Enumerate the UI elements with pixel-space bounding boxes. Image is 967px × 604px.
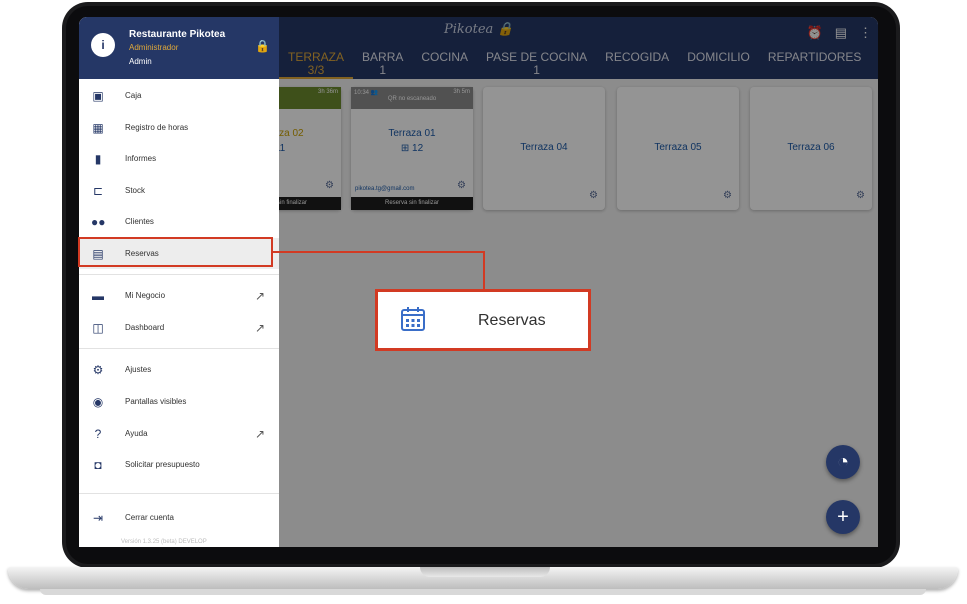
app-screen: Pikotea 🔒 TERRAZA 3/3 BARRA 1 COCINA PASE … bbox=[79, 17, 878, 547]
menu-item-informes[interactable]: ▮ Informes bbox=[79, 143, 279, 174]
highlight-box bbox=[78, 237, 273, 267]
divider bbox=[79, 348, 279, 349]
eye-icon: ◉ bbox=[92, 394, 104, 409]
add-fab[interactable]: + bbox=[826, 500, 860, 534]
clock-table-icon: ▦ bbox=[92, 120, 104, 135]
connector-line bbox=[483, 251, 485, 289]
menu-item-ajustes[interactable]: ⚙ Ajustes bbox=[79, 354, 279, 385]
people-icon: ●● bbox=[91, 214, 106, 229]
callout-label: Reservas bbox=[478, 312, 546, 329]
menu-item-registro-de-horas[interactable]: ▦ Registro de horas bbox=[79, 112, 279, 143]
divider bbox=[79, 493, 279, 494]
laptop-notch bbox=[420, 567, 550, 577]
drawer-header: i Restaurante Pikotea Administrador Admi… bbox=[79, 17, 279, 79]
external-link-icon: ↗ bbox=[254, 426, 265, 441]
lock-icon: ▣ bbox=[92, 88, 104, 103]
calendar-icon bbox=[401, 307, 425, 331]
logout-icon: ⇥ bbox=[92, 510, 104, 525]
briefcase-icon: ◘ bbox=[94, 457, 102, 472]
drawer-overlay[interactable] bbox=[279, 17, 878, 547]
menu-item-pantallas-visibles[interactable]: ◉ Pantallas visibles bbox=[79, 386, 279, 417]
cart-icon: ⊏ bbox=[92, 183, 104, 198]
menu-item-clientes[interactable]: ●● Clientes bbox=[79, 206, 279, 237]
callout-zoom: Reservas bbox=[375, 289, 591, 351]
menu-item-stock[interactable]: ⊏ Stock bbox=[79, 175, 279, 206]
menu-item-mi-negocio[interactable]: ▬ Mi Negocio ↗ bbox=[79, 280, 279, 311]
menu-item-ayuda[interactable]: ? Ayuda ↗ bbox=[79, 418, 279, 449]
clock-plus-icon: ◔ bbox=[836, 451, 850, 473]
help-icon: ? bbox=[94, 426, 102, 441]
gear-icon: ⚙ bbox=[92, 362, 104, 377]
dashboard-icon: ◫ bbox=[92, 320, 104, 335]
connector-line bbox=[273, 251, 485, 253]
external-link-icon: ↗ bbox=[254, 288, 265, 303]
menu-item-dashboard[interactable]: ◫ Dashboard ↗ bbox=[79, 312, 279, 343]
navigation-drawer: i Restaurante Pikotea Administrador Admi… bbox=[79, 17, 279, 547]
plus-icon: + bbox=[837, 506, 849, 528]
user-name: Admin bbox=[129, 57, 152, 66]
divider bbox=[79, 274, 279, 275]
lock-settings-icon[interactable]: 🔒 bbox=[255, 39, 270, 53]
clock-add-fab[interactable]: ◔ bbox=[826, 445, 860, 479]
menu-item-cerrar-cuenta[interactable]: ⇥ Cerrar cuenta bbox=[79, 502, 279, 533]
menu-item-solicitar-presupuesto[interactable]: ◘ Solicitar presupuesto bbox=[79, 449, 279, 480]
store-icon: ▬ bbox=[92, 288, 104, 303]
avatar: i bbox=[91, 33, 115, 57]
external-link-icon: ↗ bbox=[254, 320, 265, 335]
bar-chart-icon: ▮ bbox=[94, 151, 102, 166]
laptop-shadow bbox=[40, 589, 926, 595]
app-version: Versión 1.3.25 (beta) DEVELOP bbox=[121, 539, 207, 545]
user-role: Administrador bbox=[129, 43, 179, 52]
restaurant-name: Restaurante Pikotea bbox=[129, 29, 226, 40]
menu-item-caja[interactable]: ▣ Caja bbox=[79, 80, 279, 111]
